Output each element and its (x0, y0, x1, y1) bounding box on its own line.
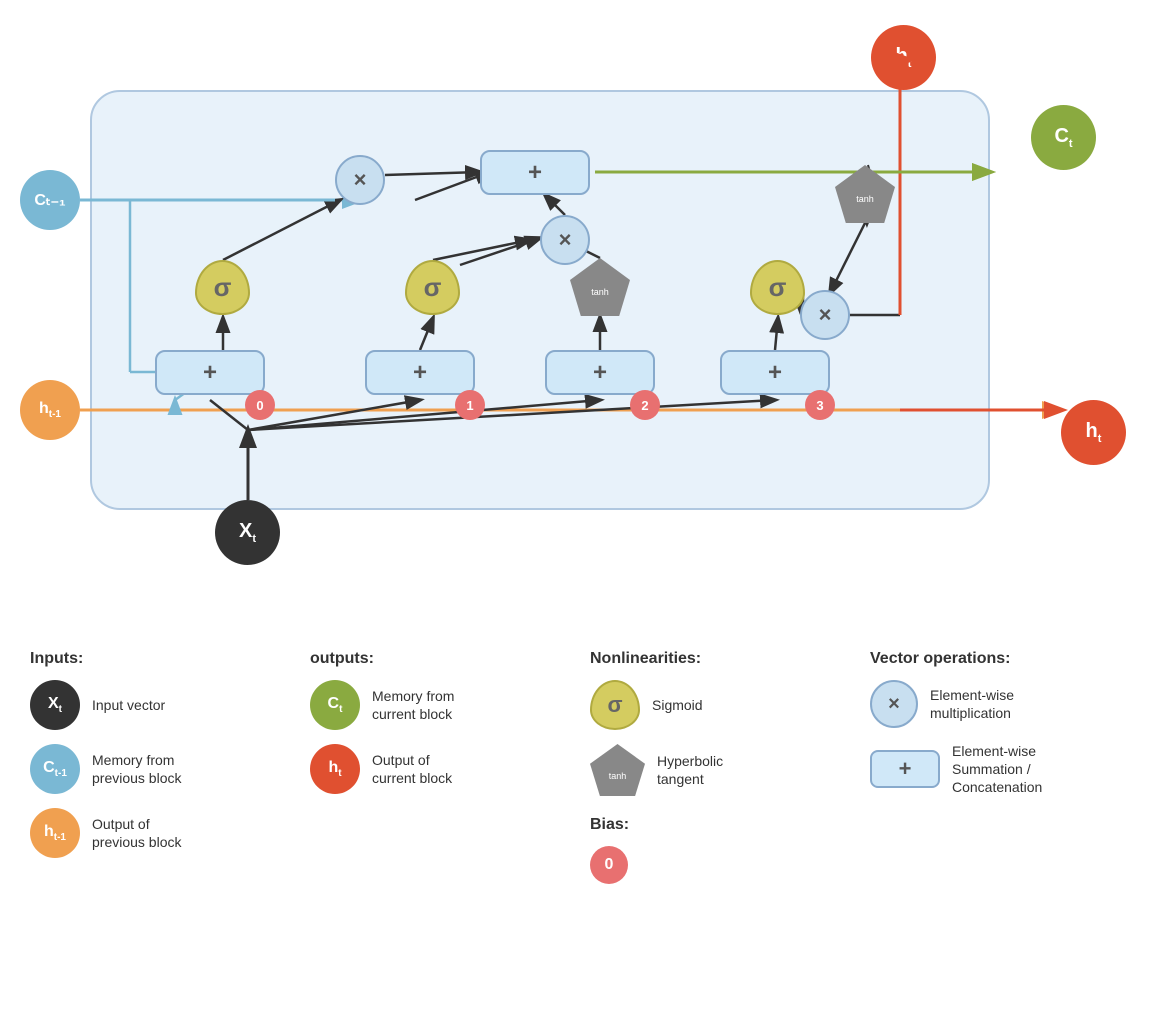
ct-out-label: Ct (1054, 125, 1072, 150)
nonlinearities-title: Nonlinearities: (590, 650, 850, 668)
mult-legend-icon: × (870, 680, 918, 728)
sigmoid-label: Sigmoid (652, 696, 703, 714)
ht1-legend-circle: ht-1 (30, 808, 80, 858)
mult-legend-circle: × (870, 680, 918, 728)
tanh-2-label: tanh (856, 194, 874, 204)
ht-out-label: ht (1086, 420, 1102, 445)
ht-top-node: ht (871, 25, 936, 90)
multiply-gate-1: × (335, 155, 385, 205)
ct-legend-icon: Ct (310, 680, 360, 730)
xt-legend-circle: Xt (30, 680, 80, 730)
legend-output-prev: ht-1 Output ofprevious block (30, 808, 290, 858)
tanh-legend-shape: tanh (590, 744, 645, 796)
ht-legend-icon: ht (310, 744, 360, 794)
bias-1: 1 (455, 390, 485, 420)
legend-tanh: tanh Hyperbolictangent (590, 744, 850, 796)
ct1-legend-icon: Ct-1 (30, 744, 80, 794)
inputs-title: Inputs: (30, 650, 290, 668)
legend-output-current: ht Output ofcurrent block (310, 744, 570, 794)
legend-ewise-sum: + Element-wiseSummation /Concatenation (870, 742, 1130, 797)
sigma-legend-icon: σ (590, 680, 640, 730)
legend-memory-prev: Ct-1 Memory fromprevious block (30, 744, 290, 794)
output-current-label: Output ofcurrent block (372, 751, 452, 787)
legend-inputs: Inputs: Xt Input vector Ct-1 Memory from… (20, 640, 300, 908)
multiply-gate-3: × (800, 290, 850, 340)
sigma-legend-shape: σ (590, 680, 640, 730)
memory-prev-label: Memory fromprevious block (92, 751, 182, 787)
plus-cell-state: + (480, 150, 590, 195)
ewise-mult-label: Element-wisemultiplication (930, 686, 1014, 722)
ct1-node: Cₜ₋₁ (20, 170, 80, 230)
input-vector-label: Input vector (92, 696, 165, 714)
legend-ewise-mult: × Element-wisemultiplication (870, 680, 1130, 728)
legend-outputs: outputs: Ct Memory fromcurrent block ht … (300, 640, 580, 908)
xt-label: Xt (239, 520, 256, 545)
bias-section: Bias: 0 (590, 816, 850, 884)
xt-node: Xt (215, 500, 280, 565)
plus-legend-icon: + (870, 750, 940, 788)
legend-vector-ops: Vector operations: × Element-wisemultipl… (860, 640, 1140, 908)
bias-title: Bias: (590, 816, 850, 834)
xt-legend-icon: Xt (30, 680, 80, 730)
legend-area: Inputs: Xt Input vector Ct-1 Memory from… (20, 640, 1140, 908)
bias-2: 2 (630, 390, 660, 420)
tanh-legend-icon: tanh (590, 744, 645, 796)
plus-concat-4: + (720, 350, 830, 395)
ht-legend-circle: ht (310, 744, 360, 794)
output-prev-label: Output ofprevious block (92, 815, 182, 851)
legend-memory-current: Ct Memory fromcurrent block (310, 680, 570, 730)
ht1-node: ht-1 (20, 380, 80, 440)
legend-nonlinearities: Nonlinearities: σ Sigmoid tanh Hyperboli… (580, 640, 860, 908)
ct-out-node: Ct (1031, 105, 1096, 170)
hyperbolic-label: Hyperbolictangent (657, 752, 723, 788)
multiply-gate-2: × (540, 215, 590, 265)
ct1-label: Cₜ₋₁ (34, 190, 65, 210)
ct1-legend-circle: Ct-1 (30, 744, 80, 794)
legend-sigmoid: σ Sigmoid (590, 680, 850, 730)
ht1-legend-icon: ht-1 (30, 808, 80, 858)
plus-concat-2: + (365, 350, 475, 395)
legend-bias: 0 (590, 846, 850, 884)
ct-legend-circle: Ct (310, 680, 360, 730)
outputs-title: outputs: (310, 650, 570, 668)
bias-legend-circle: 0 (590, 846, 628, 884)
ht1-label: ht-1 (39, 400, 61, 420)
plus-concat-1: + (155, 350, 265, 395)
bias-0: 0 (245, 390, 275, 420)
plus-concat-3: + (545, 350, 655, 395)
bias-3: 3 (805, 390, 835, 420)
bias-legend-icon: 0 (590, 846, 628, 884)
legend-input-vector: Xt Input vector (30, 680, 290, 730)
plus-legend-rect: + (870, 750, 940, 788)
memory-current-label: Memory fromcurrent block (372, 687, 454, 723)
ht-top-label: ht (896, 45, 912, 70)
diagram-container: Cₜ₋₁ ht-1 Xt Ct ht ht × × × + + + + (0, 10, 1156, 630)
ewise-sum-label: Element-wiseSummation /Concatenation (952, 742, 1042, 797)
vector-ops-title: Vector operations: (870, 650, 1130, 668)
tanh-1-label: tanh (591, 287, 609, 297)
ht-out-node: ht (1061, 400, 1126, 465)
